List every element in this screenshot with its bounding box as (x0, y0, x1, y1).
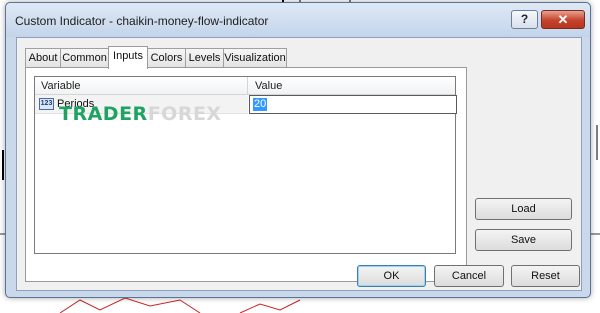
periods-value-input[interactable]: 20 (249, 95, 457, 114)
save-button[interactable]: Save (475, 229, 572, 251)
tab-about[interactable]: About (25, 48, 61, 68)
column-header-value[interactable]: Value (249, 77, 449, 95)
tab-inputs[interactable]: Inputs (108, 46, 148, 69)
tab-levels[interactable]: Levels (185, 48, 224, 68)
watermark-part-a: TRADER (59, 103, 148, 125)
watermark-logo: TRADERFOREX (59, 103, 222, 125)
watermark-part-b: FOREX (147, 103, 222, 125)
load-button[interactable]: Load (475, 198, 572, 220)
close-button[interactable]: ✕ (541, 10, 585, 29)
periods-value-text: 20 (253, 98, 268, 111)
inputs-grid: Variable Value 123 Periods 20 TRADERFORE… (34, 76, 457, 254)
close-icon: ✕ (557, 12, 569, 27)
cancel-button[interactable]: Cancel (434, 265, 504, 287)
title-bar[interactable]: Custom Indicator - chaikin-money-flow-in… (6, 3, 590, 37)
inputs-panel: Variable Value 123 Periods 20 TRADERFORE… (25, 67, 467, 282)
tab-colors[interactable]: Colors (147, 48, 186, 68)
reset-button[interactable]: Reset (511, 265, 580, 287)
help-icon: ? (520, 12, 529, 26)
custom-indicator-dialog: Custom Indicator - chaikin-money-flow-in… (5, 2, 591, 298)
integer-type-icon: 123 (39, 98, 54, 110)
help-button[interactable]: ? (511, 10, 538, 29)
window-title: Custom Indicator - chaikin-money-flow-in… (15, 14, 269, 28)
tab-visualization[interactable]: Visualization (223, 48, 287, 68)
tab-common[interactable]: Common (60, 48, 109, 68)
grid-header: Variable Value (35, 77, 455, 95)
ok-button[interactable]: OK (357, 265, 426, 287)
dialog-body: About Common Inputs Colors Levels Visual… (16, 37, 582, 291)
column-header-variable[interactable]: Variable (35, 77, 248, 95)
